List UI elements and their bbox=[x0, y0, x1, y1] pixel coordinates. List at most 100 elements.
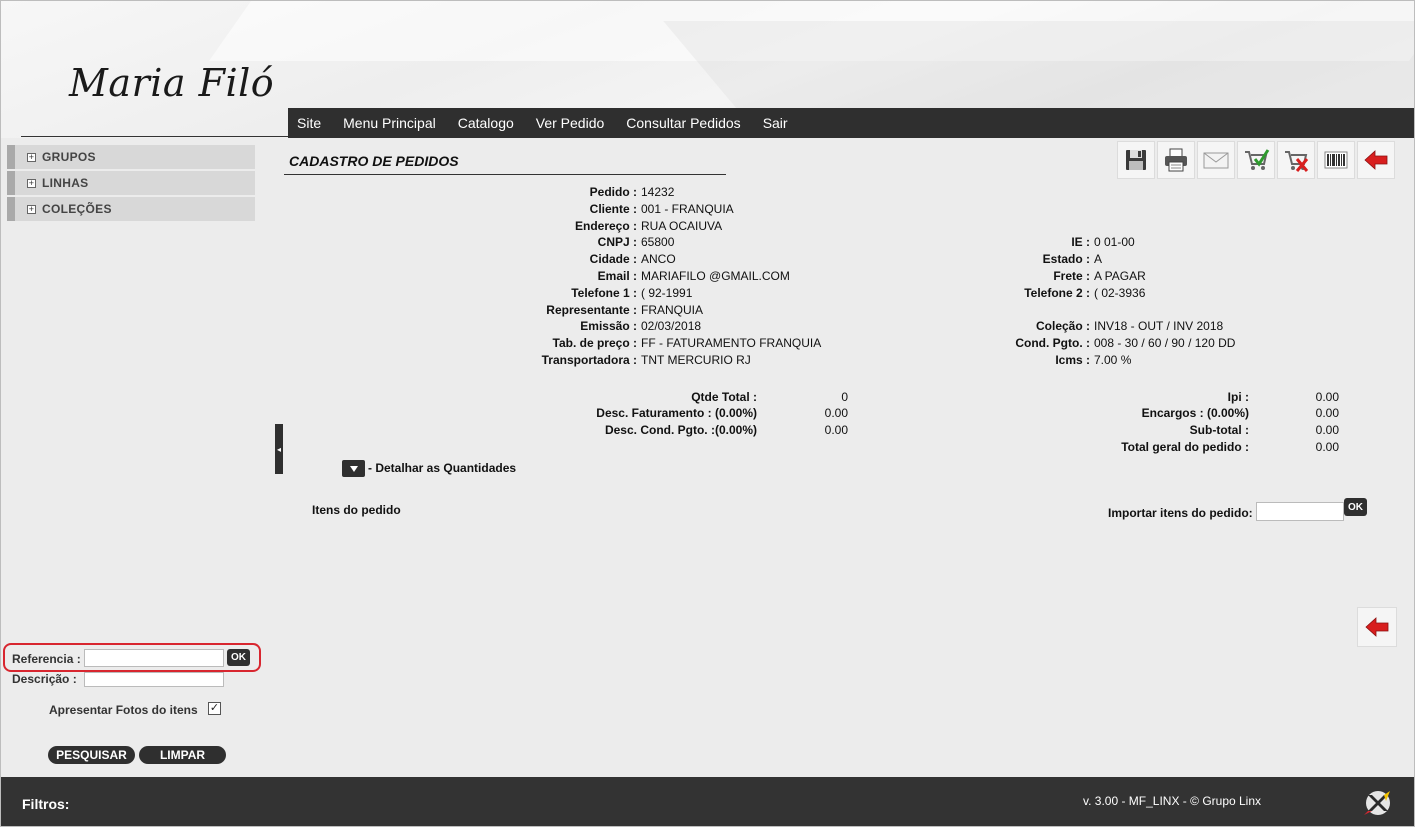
nav-sair[interactable]: Sair bbox=[763, 115, 788, 131]
cliente-value: 001 - FRANQUIA bbox=[641, 202, 734, 216]
transportadora-value: TNT MERCURIO RJ bbox=[641, 353, 751, 367]
sidebar-item-grupos[interactable]: + GRUPOS bbox=[7, 145, 255, 169]
endereco-value: RUA OCAIUVA bbox=[641, 219, 723, 233]
telefone1-value: ( 92-1991 bbox=[641, 286, 693, 300]
condpgto-label: Cond. Pgto. : bbox=[1015, 336, 1090, 350]
fotos-label: Apresentar Fotos do itens bbox=[49, 703, 198, 717]
back-button[interactable] bbox=[1357, 141, 1395, 179]
nav-catalogo[interactable]: Catalogo bbox=[458, 115, 514, 131]
estado-value: A bbox=[1094, 252, 1103, 266]
expand-icon: + bbox=[27, 203, 36, 214]
ie-value: 0 01-00 bbox=[1094, 235, 1135, 249]
cnpj-label: CNPJ : bbox=[597, 235, 637, 249]
fotos-checkbox[interactable]: ✓ bbox=[208, 702, 221, 715]
desc-cond-pgto-label: Desc. Cond. Pgto. :(0.00%) bbox=[604, 423, 757, 437]
footer-version: v. 3.00 - MF_LINX - © Grupo Linx bbox=[1083, 794, 1262, 808]
detail-quantities-toggle[interactable] bbox=[342, 460, 365, 477]
desc-cond-pgto-value: 0.00 bbox=[824, 423, 848, 437]
nav-menu-principal[interactable]: Menu Principal bbox=[343, 115, 436, 131]
back-arrow-icon bbox=[1364, 150, 1388, 170]
sidebar-item-linhas[interactable]: + LINHAS bbox=[7, 171, 255, 195]
delete-cart-button[interactable] bbox=[1277, 141, 1315, 179]
telefone1-label: Telefone 1 : bbox=[571, 286, 637, 300]
representante-value: FRANQUIA bbox=[641, 303, 704, 317]
pedido-label: Pedido : bbox=[589, 185, 637, 199]
sidebar-collapse-handle[interactable]: ◂ bbox=[275, 424, 283, 474]
nav-ver-pedido[interactable]: Ver Pedido bbox=[536, 115, 605, 131]
icms-label: Icms : bbox=[1055, 353, 1090, 367]
icms-value: 7.00 % bbox=[1094, 353, 1132, 367]
linx-logo-icon bbox=[1364, 791, 1390, 815]
tabpreco-value: FF - FATURAMENTO FRANQUIA bbox=[641, 336, 822, 350]
barcode-icon bbox=[1324, 151, 1348, 169]
transportadora-label: Transportadora : bbox=[541, 353, 637, 367]
referencia-ok-button[interactable]: OK bbox=[227, 649, 250, 666]
email-value: MARIAFILO @GMAIL.COM bbox=[641, 269, 790, 283]
items-section-title: Itens do pedido bbox=[312, 503, 401, 517]
estado-label: Estado : bbox=[1042, 252, 1090, 266]
condpgto-value: 008 - 30 / 60 / 90 / 120 DD bbox=[1094, 336, 1236, 350]
nav-consultar-pedidos[interactable]: Consultar Pedidos bbox=[626, 115, 740, 131]
qtde-total-label: Qtde Total : bbox=[691, 390, 757, 404]
sidebar-item-label: GRUPOS bbox=[42, 150, 96, 164]
cliente-label: Cliente : bbox=[589, 202, 637, 216]
ie-label: IE : bbox=[1071, 235, 1090, 249]
cnpj-value: 65800 bbox=[641, 235, 675, 249]
cart-approve-icon bbox=[1245, 149, 1270, 170]
referencia-input[interactable] bbox=[84, 649, 224, 667]
limpar-button[interactable]: LIMPAR bbox=[139, 746, 226, 764]
sidebar-item-colecoes[interactable]: + COLEÇÕES bbox=[7, 197, 255, 221]
app-window: Maria Filó Site Menu Principal Catalogo … bbox=[0, 0, 1415, 827]
logo-divider bbox=[21, 136, 288, 137]
ipi-label: Ipi : bbox=[1227, 390, 1249, 404]
endereco-label: Endereço : bbox=[574, 219, 637, 233]
order-toolbar bbox=[1117, 141, 1397, 179]
title-divider bbox=[284, 174, 726, 175]
sidebar: + GRUPOS + LINHAS + COLEÇÕES bbox=[7, 145, 255, 223]
descricao-input[interactable] bbox=[84, 672, 224, 687]
import-ok-button[interactable]: OK bbox=[1344, 498, 1367, 516]
email-button[interactable] bbox=[1197, 141, 1235, 179]
approve-cart-button[interactable] bbox=[1237, 141, 1275, 179]
page-title: CADASTRO DE PEDIDOS bbox=[289, 153, 459, 169]
print-icon bbox=[1165, 148, 1187, 172]
descricao-label: Descrição : bbox=[12, 672, 77, 686]
back-button-bottom[interactable] bbox=[1357, 607, 1397, 647]
telefone2-label: Telefone 2 : bbox=[1024, 286, 1090, 300]
emissao-label: Emissão : bbox=[580, 319, 637, 333]
desc-faturamento-label: Desc. Faturamento : (0.00%) bbox=[596, 406, 757, 420]
total-geral-label: Total geral do pedido : bbox=[1121, 440, 1249, 454]
tabpreco-label: Tab. de preço : bbox=[552, 336, 637, 350]
email-label: Email : bbox=[597, 269, 637, 283]
telefone2-value: ( 02-3936 bbox=[1094, 286, 1146, 300]
header-decoration bbox=[663, 21, 1414, 111]
qtde-total-value: 0 bbox=[841, 390, 848, 404]
total-geral-value: 0.00 bbox=[1315, 440, 1339, 454]
colecao-value: INV18 - OUT / INV 2018 bbox=[1094, 319, 1224, 333]
email-icon bbox=[1203, 152, 1229, 169]
barcode-button[interactable] bbox=[1317, 141, 1355, 179]
frete-value: A PAGAR bbox=[1094, 269, 1146, 283]
referencia-label: Referencia : bbox=[12, 652, 81, 666]
subtotal-label: Sub-total : bbox=[1189, 423, 1249, 437]
frete-label: Frete : bbox=[1053, 269, 1090, 283]
page-footer: Filtros: v. 3.00 - MF_LINX - © Grupo Lin… bbox=[1, 777, 1414, 826]
detail-quantities-label[interactable]: - Detalhar as Quantidades bbox=[368, 461, 516, 475]
brand-logo[interactable]: Maria Filó bbox=[69, 61, 274, 105]
desc-faturamento-value: 0.00 bbox=[824, 406, 848, 420]
encargos-value: 0.00 bbox=[1315, 406, 1339, 420]
main-navbar: Site Menu Principal Catalogo Ver Pedido … bbox=[288, 108, 1414, 138]
emissao-value: 02/03/2018 bbox=[641, 319, 702, 333]
ipi-value: 0.00 bbox=[1315, 390, 1339, 404]
save-button[interactable] bbox=[1117, 141, 1155, 179]
back-arrow-icon bbox=[1365, 617, 1389, 637]
encargos-label: Encargos : (0.00%) bbox=[1141, 406, 1249, 420]
import-items-input[interactable] bbox=[1256, 502, 1344, 521]
nav-site[interactable]: Site bbox=[297, 115, 321, 131]
pesquisar-button[interactable]: PESQUISAR bbox=[48, 746, 135, 764]
import-items-label: Importar itens do pedido: bbox=[1108, 506, 1253, 520]
expand-icon: + bbox=[27, 151, 36, 162]
print-button[interactable] bbox=[1157, 141, 1195, 179]
sidebar-item-label: LINHAS bbox=[42, 176, 89, 190]
footer-filters-label: Filtros: bbox=[22, 796, 70, 812]
